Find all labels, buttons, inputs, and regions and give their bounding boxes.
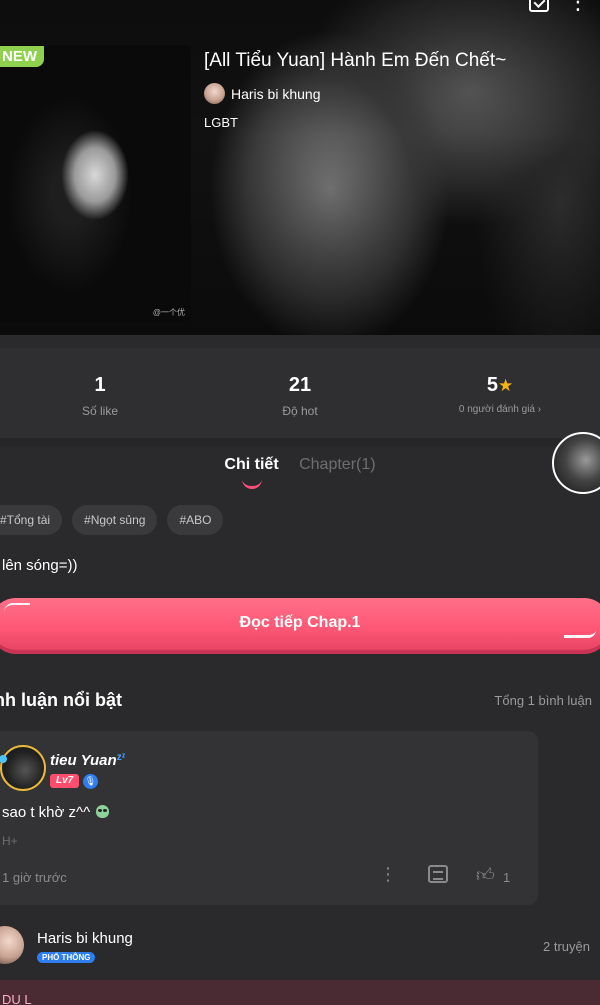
like-icon[interactable]: 👍︎ xyxy=(476,864,495,886)
floating-avatar[interactable] xyxy=(552,432,600,494)
stat-hot: 21 Độ hot xyxy=(200,348,400,438)
star-icon: ★ xyxy=(497,376,514,395)
comment-more-icon[interactable]: ⋮ xyxy=(379,865,397,883)
rating-label: 0 người đánh giá › xyxy=(458,404,542,415)
tag-item[interactable]: #ABO xyxy=(167,505,224,535)
tab-chapters[interactable]: Chapter(1) xyxy=(299,456,375,474)
stat-likes: 1 Số like xyxy=(0,348,200,438)
section-divider xyxy=(0,438,600,446)
commenter-avatar[interactable] xyxy=(0,745,46,791)
likes-value: 1 xyxy=(94,374,106,396)
comments-header: nh luận nổi bật Tổng 1 bình luận xyxy=(0,690,600,711)
read-continue-button[interactable]: Đọc tiếp Chap.1 xyxy=(0,598,600,650)
story-title: [All Tiểu Yuan] Hành Em Đến Chết~ xyxy=(204,50,507,71)
hot-value: 21 xyxy=(288,374,312,396)
sleep-icon: zᶻ xyxy=(116,752,126,763)
bottom-banner-text: DU L xyxy=(2,992,32,1005)
author-link[interactable]: Haris bi khung xyxy=(204,83,321,104)
likes-label: Số like xyxy=(81,404,119,418)
genre-label: LGBT xyxy=(204,115,238,130)
reply-icon[interactable] xyxy=(428,865,448,883)
bottom-banner[interactable]: DU L xyxy=(0,980,600,1005)
tag-item[interactable]: #Tổng tài xyxy=(0,505,63,535)
cover-portrait xyxy=(20,65,160,315)
top-actions: ⋮ xyxy=(529,0,590,13)
commenter-name[interactable]: tieu Yuanzᶻ xyxy=(50,752,125,769)
comment-time: 1 giờ trước xyxy=(2,870,67,885)
alien-emoji-icon xyxy=(96,805,110,818)
author-row[interactable]: Haris bi khung PHỔ THÔNG 2 truyện xyxy=(0,922,600,972)
comments-total[interactable]: Tổng 1 bình luận xyxy=(494,693,592,708)
stat-rating[interactable]: 5★ 0 người đánh giá › xyxy=(400,348,600,438)
author-rank-badge: PHỔ THÔNG xyxy=(37,952,96,963)
read-button-label: Đọc tiếp Chap.1 xyxy=(239,614,361,631)
tag-list: #Tổng tài #Ngọt sủng #ABO xyxy=(0,505,224,535)
author-story-count: 2 truyện xyxy=(543,939,590,954)
tab-bar: Chi tiết Chapter(1) xyxy=(0,456,600,489)
new-badge: NEW xyxy=(0,46,44,67)
more-options-icon[interactable]: ⋮ xyxy=(567,0,590,13)
author-avatar xyxy=(204,83,225,104)
like-count: 1 xyxy=(503,870,511,885)
story-cover[interactable]: @一个优 xyxy=(0,45,191,322)
tag-item[interactable]: #Ngọt sủng xyxy=(72,505,158,535)
button-gloss xyxy=(4,603,30,612)
story-description: lên sóng=)) xyxy=(2,557,78,574)
level-badge: Lv7 xyxy=(50,774,80,788)
comment-text: sao t khờ z^^ xyxy=(2,804,110,821)
author-name: Haris bi khung xyxy=(231,85,321,102)
rating-value: 5 xyxy=(486,374,498,396)
tab-details[interactable]: Chi tiết xyxy=(224,456,279,489)
comment-subtext: H+ xyxy=(2,834,18,848)
author-footer-avatar xyxy=(0,926,24,964)
author-footer-name: Haris bi khung xyxy=(37,930,133,947)
hot-label: Độ hot xyxy=(282,404,318,418)
bookmark-download-icon[interactable] xyxy=(529,0,549,12)
button-gloss xyxy=(564,630,596,638)
stats-bar: 1 Số like 21 Độ hot 5★ 0 người đánh giá … xyxy=(0,348,600,438)
cover-watermark: @一个优 xyxy=(152,308,185,317)
mic-badge-icon: 🎙 xyxy=(83,774,98,789)
comment-card: tieu Yuanzᶻ Lv7 🎙 sao t khờ z^^ H+ 1 giờ… xyxy=(0,731,538,905)
comments-title: nh luận nổi bật xyxy=(0,690,122,710)
